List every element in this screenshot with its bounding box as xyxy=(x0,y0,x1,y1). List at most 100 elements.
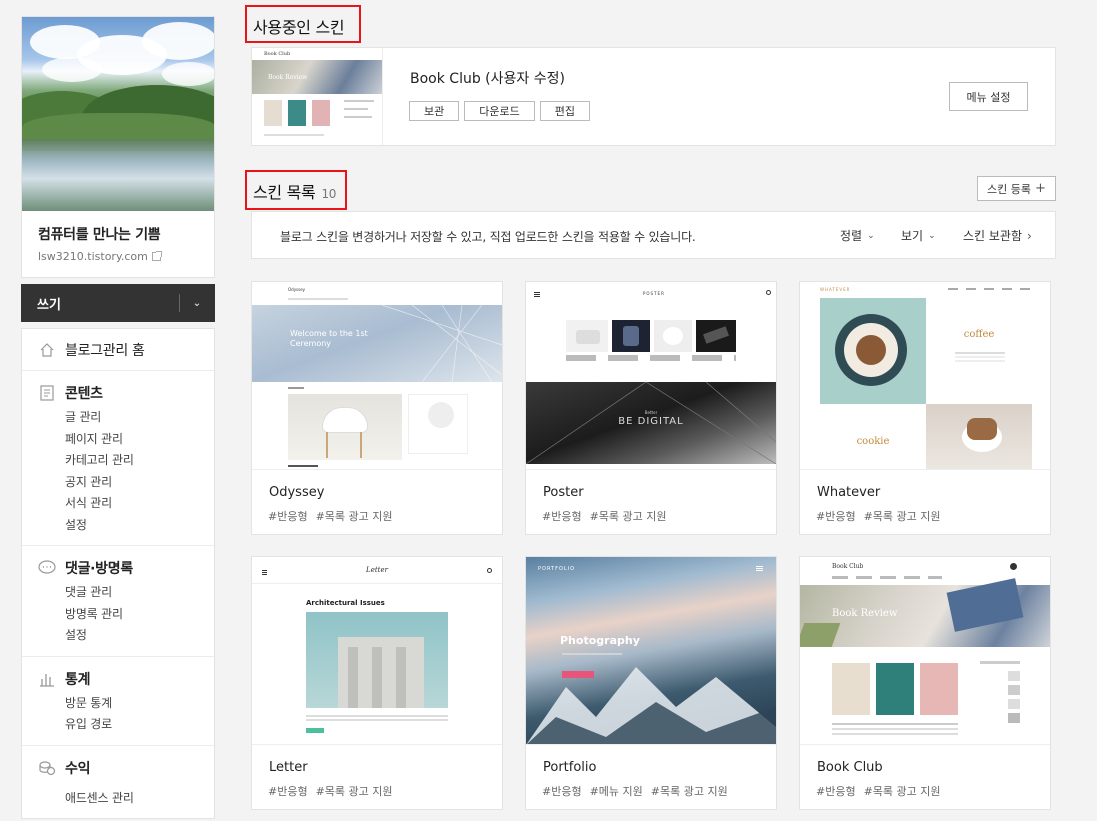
skin-thumbnail[interactable]: Odyssey Welcome to the 1st Ceremony xyxy=(252,282,502,470)
register-skin-label[interactable]: 스킨 등록 xyxy=(987,181,1031,197)
sidebar: 컴퓨터를 만나는 기쁨 lsw3210.tistory.com 쓰기 ⌄ 블로그… xyxy=(21,16,215,819)
menu-contents-label[interactable]: 콘텐츠 xyxy=(65,383,103,403)
thumb-text-2: cookie xyxy=(856,436,890,447)
admin-menu: 블로그관리 홈 콘텐츠 글 관리 페이지 관리 카테고리 관리 공지 관리 서식… xyxy=(21,328,215,819)
skin-card-book-club[interactable]: Book Club Book Review Book Club #반응형 #목록… xyxy=(799,556,1051,810)
menu-item-guestbook[interactable]: 방명록 관리 xyxy=(65,604,214,626)
sort-label[interactable]: 정렬 xyxy=(840,227,862,244)
thumb-text: coffee xyxy=(963,329,995,340)
skin-thumbnail[interactable]: PORTFOLIO Photography xyxy=(526,557,776,745)
menu-setting-button[interactable]: 메뉴 설정 xyxy=(949,82,1028,111)
skin-tag: #목록 광고 지원 xyxy=(650,785,728,798)
menu-comments-label[interactable]: 댓글·방명록 xyxy=(65,558,133,578)
skin-thumbnail[interactable]: WHATEVER coffee cookie xyxy=(800,282,1050,470)
menu-item-comments-settings[interactable]: 설정 xyxy=(65,625,214,647)
plus-icon[interactable]: + xyxy=(1035,181,1046,196)
skin-name: Letter xyxy=(269,760,308,775)
skin-card-portfolio[interactable]: PORTFOLIO Photography Portfolio #반응형 #메뉴… xyxy=(525,556,777,810)
download-button[interactable]: 다운로드 xyxy=(464,101,535,121)
sort-dropdown[interactable]: 정렬 ⌄ xyxy=(840,227,875,244)
skin-name: Poster xyxy=(543,485,584,500)
home-icon xyxy=(38,341,56,359)
menu-stats-label[interactable]: 통계 xyxy=(65,669,90,689)
menu-stats[interactable]: 통계 xyxy=(22,667,214,691)
menu-item-pages[interactable]: 페이지 관리 xyxy=(65,429,214,451)
skin-thumbnail[interactable]: Book Club Book Review xyxy=(800,557,1050,745)
skin-tag: #반응형 xyxy=(816,785,856,798)
skin-tag: #목록 광고 지원 xyxy=(589,510,667,523)
skin-tag: #반응형 xyxy=(268,785,308,798)
skin-storage-label[interactable]: 스킨 보관함 xyxy=(963,227,1022,244)
thumb-brand: Book Club xyxy=(264,51,291,57)
current-skin-card: Book Club Book Review Book Club (사용자 수정)… xyxy=(251,47,1056,146)
archive-button[interactable]: 보관 xyxy=(409,101,460,121)
skin-card-whatever[interactable]: WHATEVER coffee cookie Whatever #반응형 #목록… xyxy=(799,281,1051,535)
blog-profile: 컴퓨터를 만나는 기쁨 lsw3210.tistory.com xyxy=(21,16,215,278)
skin-tag: #목록 광고 지원 xyxy=(863,785,941,798)
chevron-down-icon[interactable]: ⌄ xyxy=(179,298,215,309)
menu-revenue-label[interactable]: 수익 xyxy=(65,758,90,778)
skin-name: Book Club xyxy=(817,760,883,775)
skin-tag: #메뉴 지원 xyxy=(589,785,643,798)
skin-tag: #반응형 xyxy=(816,510,856,523)
skin-tag: #목록 광고 지원 xyxy=(863,510,941,523)
menu-item-categories[interactable]: 카테고리 관리 xyxy=(65,450,214,472)
blog-cover-image[interactable] xyxy=(22,17,214,211)
write-button[interactable]: 쓰기 ⌄ xyxy=(21,284,215,322)
current-skin-thumbnail[interactable]: Book Club Book Review xyxy=(252,48,383,145)
highlight-box xyxy=(245,170,347,210)
skin-tag: #반응형 xyxy=(542,785,582,798)
thumb-text: BE DIGITAL xyxy=(618,416,684,427)
menu-item-templates[interactable]: 서식 관리 xyxy=(65,493,214,515)
blog-url[interactable]: lsw3210.tistory.com xyxy=(38,250,148,263)
skin-name: Odyssey xyxy=(269,485,325,500)
skin-card-odyssey[interactable]: Odyssey Welcome to the 1st Ceremony Odys… xyxy=(251,281,503,535)
blog-name[interactable]: 컴퓨터를 만나는 기쁨 xyxy=(38,224,198,244)
skin-card-letter[interactable]: Letter Architectural Issues Letter #반응형 … xyxy=(251,556,503,810)
skin-thumbnail[interactable]: Letter Architectural Issues xyxy=(252,557,502,745)
thumb-text: Book Review xyxy=(832,608,898,619)
write-label[interactable]: 쓰기 xyxy=(21,294,61,313)
menu-comments[interactable]: 댓글·방명록 xyxy=(22,556,214,580)
skin-thumbnail[interactable]: POSTER Better BE DIGITAL xyxy=(526,282,776,470)
skin-tag: #반응형 xyxy=(542,510,582,523)
view-dropdown[interactable]: 보기 ⌄ xyxy=(901,227,936,244)
bar-chart-icon xyxy=(38,670,56,688)
menu-item-referrers[interactable]: 유입 경로 xyxy=(65,714,214,736)
thumb-caption: Book Review xyxy=(268,74,308,81)
menu-item-comments[interactable]: 댓글 관리 xyxy=(65,582,214,604)
view-label[interactable]: 보기 xyxy=(901,227,923,244)
speech-bubble-icon xyxy=(38,559,56,577)
chevron-down-icon[interactable]: ⌄ xyxy=(867,231,875,241)
menu-item-visit-stats[interactable]: 방문 통계 xyxy=(65,693,214,715)
skin-tag: #목록 광고 지원 xyxy=(315,510,393,523)
skin-tag: #반응형 xyxy=(268,510,308,523)
skin-info-bar: 블로그 스킨을 변경하거나 저장할 수 있고, 직접 업로드한 스킨을 적용할 … xyxy=(251,211,1056,259)
thumb-text: Photography xyxy=(560,634,640,647)
menu-item-contents-settings[interactable]: 설정 xyxy=(65,515,214,537)
skin-info-text: 블로그 스킨을 변경하거나 저장할 수 있고, 직접 업로드한 스킨을 적용할 … xyxy=(280,230,696,244)
menu-item-posts[interactable]: 글 관리 xyxy=(65,407,214,429)
skin-name: Portfolio xyxy=(543,760,597,775)
thumb-text: Welcome to the 1st Ceremony xyxy=(290,329,368,348)
menu-item-adsense[interactable]: 애드센스 관리 xyxy=(65,788,214,810)
menu-contents[interactable]: 콘텐츠 xyxy=(22,381,214,405)
thumb-brand: Book Club xyxy=(832,563,864,570)
menu-revenue[interactable]: 수익 xyxy=(22,756,214,780)
skin-tag: #목록 광고 지원 xyxy=(315,785,393,798)
highlight-box xyxy=(245,5,361,43)
skin-card-poster[interactable]: POSTER Better BE DIGITAL Poster #반응형 #목록… xyxy=(525,281,777,535)
thumb-text: Architectural Issues xyxy=(306,599,385,607)
chevron-right-icon[interactable]: › xyxy=(1027,229,1032,243)
current-skin-name: Book Club (사용자 수정) xyxy=(410,71,565,87)
menu-home-label[interactable]: 블로그관리 홈 xyxy=(65,340,145,360)
blog-url-link[interactable]: lsw3210.tistory.com xyxy=(38,250,198,263)
chevron-down-icon[interactable]: ⌄ xyxy=(928,231,936,241)
skin-storage-link[interactable]: 스킨 보관함 › xyxy=(963,227,1032,244)
menu-item-notices[interactable]: 공지 관리 xyxy=(65,472,214,494)
external-link-icon[interactable] xyxy=(151,251,162,261)
edit-button[interactable]: 편집 xyxy=(539,101,590,121)
register-skin-button[interactable]: 스킨 등록 + xyxy=(977,176,1056,201)
menu-home[interactable]: 블로그관리 홈 xyxy=(22,338,214,362)
skin-name: Whatever xyxy=(817,485,881,500)
